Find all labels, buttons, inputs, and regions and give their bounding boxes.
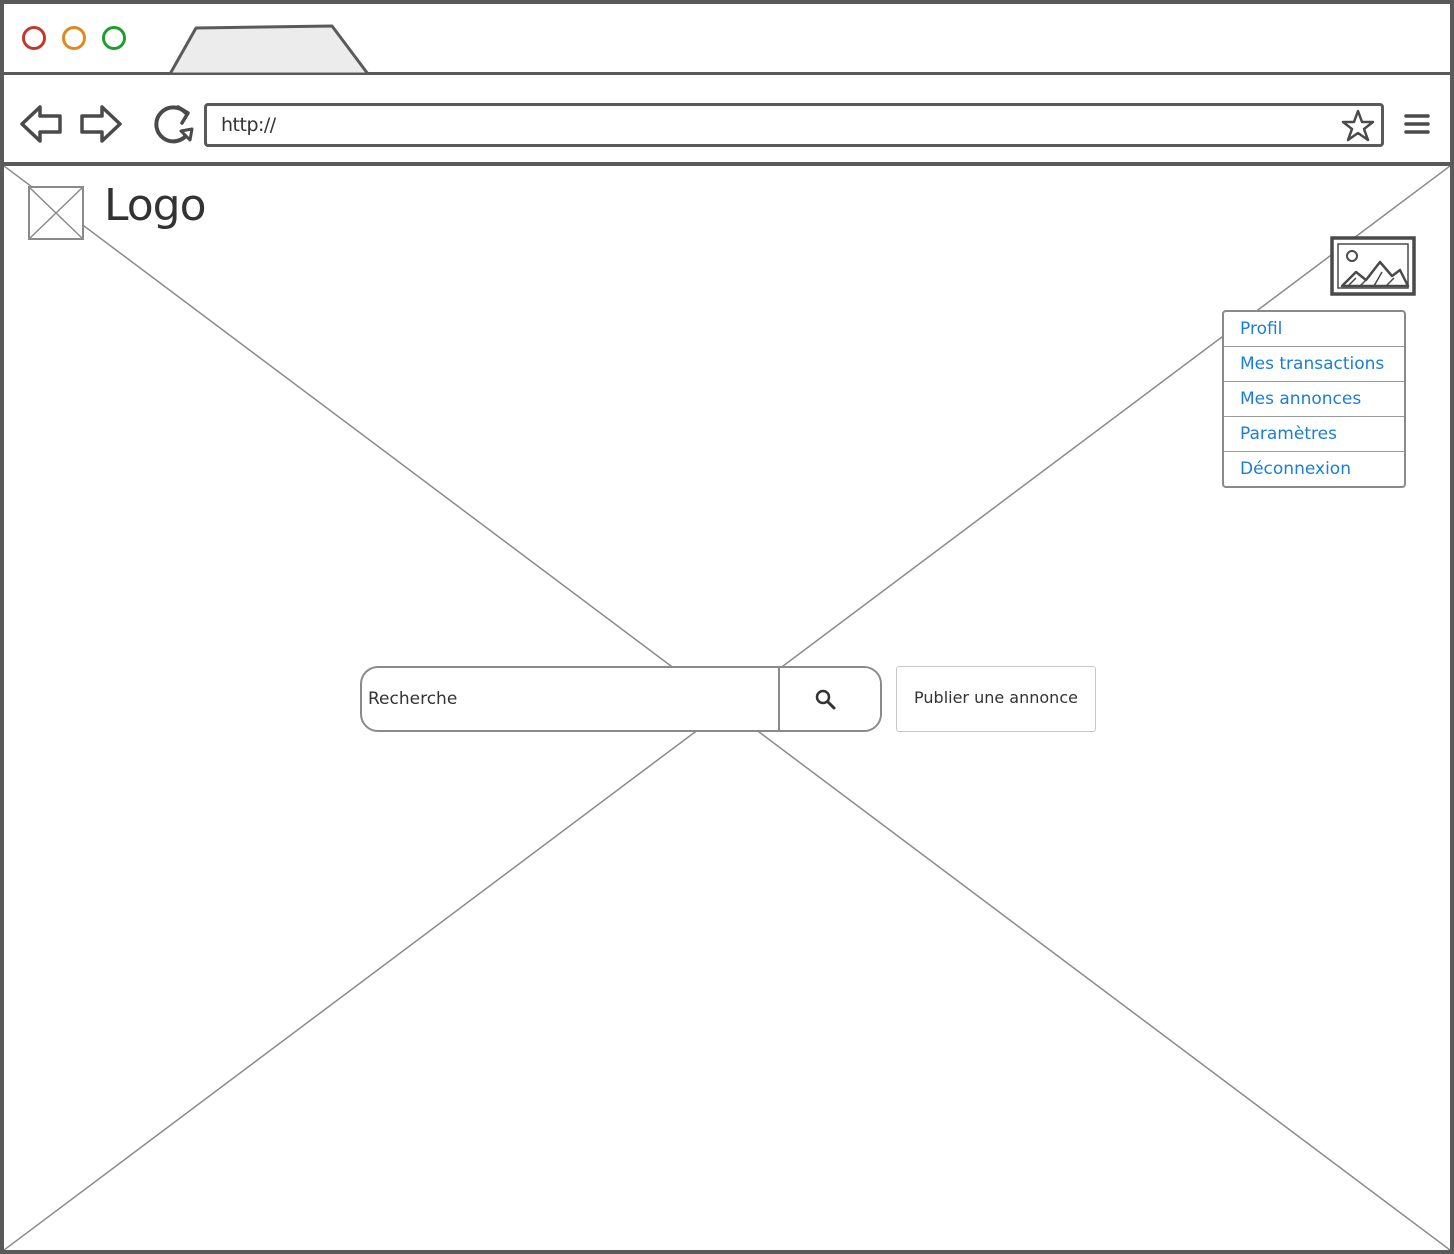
- publish-listing-button[interactable]: Publier une annonce: [896, 666, 1096, 732]
- menu-item-deconnexion[interactable]: Déconnexion: [1224, 452, 1404, 486]
- browser-window: http:// Logo Profil Mes transactions Mes…: [0, 0, 1454, 1254]
- search-input[interactable]: [362, 668, 778, 730]
- hamburger-menu-icon[interactable]: [1404, 113, 1430, 135]
- image-placeholder-icon: [28, 186, 84, 240]
- search-button[interactable]: [778, 668, 880, 730]
- menu-item-transactions[interactable]: Mes transactions: [1224, 347, 1404, 382]
- navigation-bar: http://: [4, 75, 1450, 166]
- forward-arrow-icon[interactable]: [78, 103, 124, 145]
- title-bar: [4, 4, 1450, 75]
- search-icon: [815, 689, 836, 710]
- page-content: Logo Profil Mes transactions Mes annonce…: [4, 166, 1450, 1250]
- address-bar[interactable]: http://: [204, 103, 1384, 147]
- search-bar: [360, 666, 882, 732]
- menu-item-parametres[interactable]: Paramètres: [1224, 417, 1404, 452]
- reload-icon[interactable]: [148, 101, 198, 149]
- menu-item-annonces[interactable]: Mes annonces: [1224, 382, 1404, 417]
- star-icon[interactable]: [1341, 109, 1375, 143]
- browser-tab[interactable]: [166, 24, 372, 74]
- menu-item-profil[interactable]: Profil: [1224, 312, 1404, 347]
- window-close-button[interactable]: [22, 26, 46, 50]
- window-maximize-button[interactable]: [102, 26, 126, 50]
- window-minimize-button[interactable]: [62, 26, 86, 50]
- user-menu-dropdown: Profil Mes transactions Mes annonces Par…: [1222, 310, 1406, 488]
- address-text: http://: [221, 114, 276, 136]
- logo-text: Logo: [104, 180, 207, 231]
- back-arrow-icon[interactable]: [18, 103, 64, 145]
- image-icon[interactable]: [1330, 236, 1416, 296]
